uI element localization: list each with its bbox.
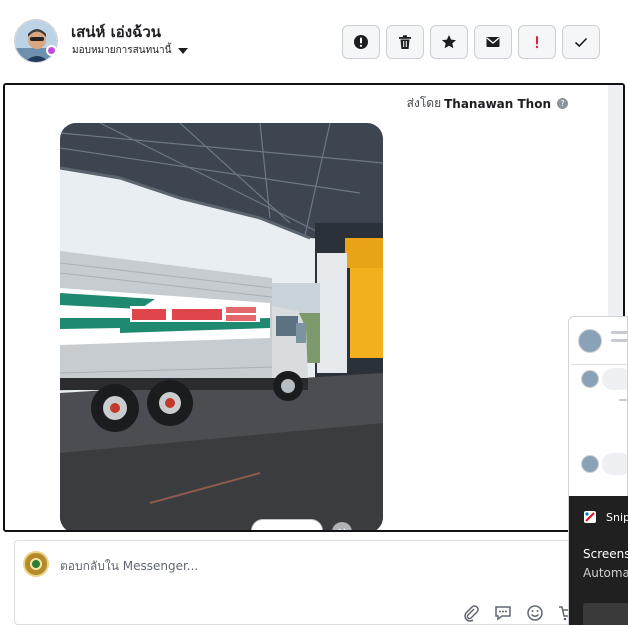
alert-circle-icon — [354, 35, 368, 49]
spam-button[interactable] — [342, 25, 380, 59]
mark-unread-button[interactable] — [474, 25, 512, 59]
page-avatar — [23, 551, 49, 577]
message-photo[interactable] — [60, 123, 383, 530]
popup-subtitle-line — [611, 339, 627, 342]
exclamation-icon — [535, 36, 539, 49]
trash-icon — [399, 35, 411, 49]
popup-avatar — [578, 329, 602, 353]
truck-photo-image — [60, 123, 383, 530]
snip-message: Screens — [583, 547, 628, 561]
snip-notification-toast[interactable]: Snip Screens Automa — [569, 496, 628, 625]
popup-message-avatar — [581, 370, 599, 388]
popup-message-avatar — [581, 455, 599, 473]
conversation-header: เสน่ห์ เอ่งฉ้วน มอบหมายการสนทนานี้ — [0, 0, 628, 80]
popup-message-bubble — [602, 368, 627, 390]
sent-by-name: Thanawan Thon — [444, 96, 551, 111]
popup-message-bubble — [602, 453, 627, 475]
attachment-icon[interactable] — [461, 603, 481, 623]
star-icon — [442, 35, 456, 49]
star-button[interactable] — [430, 25, 468, 59]
snipping-tool-icon — [584, 511, 596, 523]
help-icon[interactable]: ? — [557, 98, 568, 109]
assign-label: มอบหมายการสนทนานี้ — [72, 45, 172, 56]
composer-actions — [461, 603, 577, 623]
assign-conversation-dropdown[interactable]: มอบหมายการสนทนานี้ — [72, 43, 189, 58]
delete-button[interactable] — [386, 25, 424, 59]
contact-name[interactable]: เสน่ห์ เอ่งฉ้วน — [71, 20, 161, 44]
snip-submessage: Automa — [583, 566, 628, 580]
message-thread[interactable]: ส่งโดย Thanawan Thon ? × — [3, 83, 625, 532]
snip-action-button[interactable] — [583, 603, 628, 625]
presence-badge — [46, 45, 57, 56]
contact-avatar[interactable] — [14, 19, 58, 63]
emoji-icon[interactable] — [525, 603, 545, 623]
sent-by-line: ส่งโดย Thanawan Thon ? — [407, 94, 568, 113]
popup-title-line — [611, 331, 627, 334]
snip-title: Snip — [606, 511, 628, 524]
saved-reply-icon[interactable] — [493, 603, 513, 623]
follow-up-button[interactable] — [518, 25, 556, 59]
done-button[interactable] — [562, 25, 600, 59]
envelope-icon — [486, 37, 500, 47]
view-image-pill[interactable] — [251, 519, 323, 530]
caret-down-icon — [178, 47, 189, 54]
conversation-toolbar — [342, 25, 600, 59]
reply-composer[interactable]: ตอบกลับใน Messenger... — [14, 540, 577, 625]
sent-by-prefix: ส่งโดย — [406, 96, 442, 110]
check-icon — [574, 37, 588, 48]
reply-input[interactable]: ตอบกลับใน Messenger... — [60, 557, 198, 576]
message-content: ส่งโดย Thanawan Thon ? × — [5, 85, 608, 530]
